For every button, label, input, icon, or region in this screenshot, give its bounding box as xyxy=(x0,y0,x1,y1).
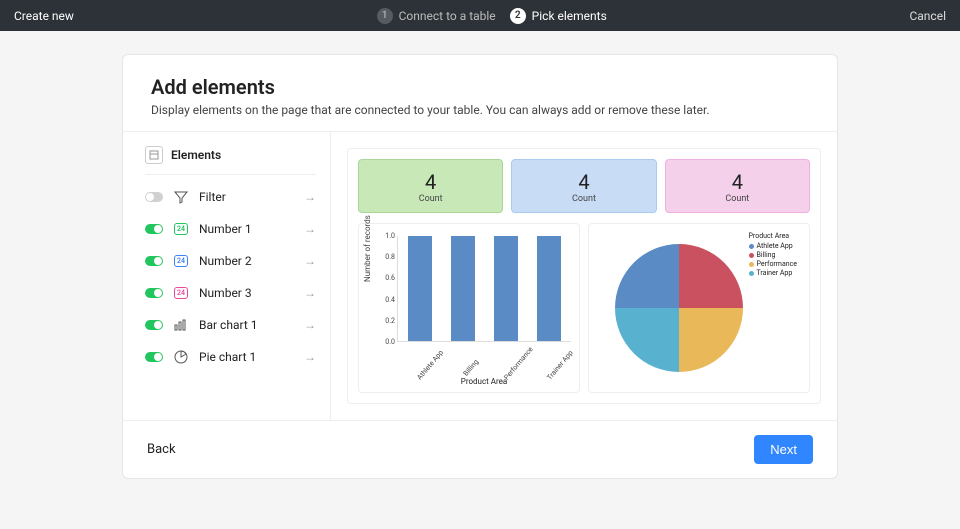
chevron-right-icon: → xyxy=(304,190,316,204)
elements-header-icon xyxy=(145,146,163,164)
page-subtitle: Display elements on the page that are co… xyxy=(151,103,809,117)
chevron-right-icon: → xyxy=(304,254,316,268)
top-bar: Create new 1 Connect to a table 2 Pick e… xyxy=(0,0,960,31)
toggle-bar-chart[interactable] xyxy=(145,320,163,330)
pie-chart-preview: Product Area Athlete AppBillingPerforman… xyxy=(588,223,810,393)
cancel-button[interactable]: Cancel xyxy=(909,9,946,23)
pie-legend-item: Trainer App xyxy=(749,269,798,277)
element-label: Pie chart 1 xyxy=(199,350,296,364)
bar xyxy=(537,236,561,341)
sidebar-header-label: Elements xyxy=(171,148,221,162)
elements-sidebar: Elements Filter → 24 Number 1 → 24 Numbe… xyxy=(123,132,331,420)
page-title: Add elements xyxy=(151,75,809,99)
bar-chart-icon xyxy=(171,317,191,333)
element-label: Filter xyxy=(199,190,296,204)
element-row-number-3[interactable]: 24 Number 3 → xyxy=(145,277,316,309)
bar-ytick: 0.4 xyxy=(385,296,395,304)
legend-dot-icon xyxy=(749,244,754,249)
element-row-bar-chart[interactable]: Bar chart 1 → xyxy=(145,309,316,341)
legend-label: Performance xyxy=(757,260,798,268)
counter-label: Count xyxy=(512,194,655,204)
number-blue-icon: 24 xyxy=(171,253,191,269)
bar-ytick: 0.2 xyxy=(385,317,395,325)
counter-row: 4 Count 4 Count 4 Count xyxy=(358,159,810,213)
toggle-pie-chart[interactable] xyxy=(145,352,163,362)
toggle-number-1[interactable] xyxy=(145,224,163,234)
element-row-number-2[interactable]: 24 Number 2 → xyxy=(145,245,316,277)
step-1-label: Connect to a table xyxy=(399,9,496,23)
step-1[interactable]: 1 Connect to a table xyxy=(377,8,496,24)
back-button[interactable]: Back xyxy=(147,442,176,457)
pie-graphic xyxy=(615,244,743,372)
chevron-right-icon: → xyxy=(304,286,316,300)
pie-legend-title: Product Area xyxy=(749,232,798,240)
chevron-right-icon: → xyxy=(304,350,316,364)
counter-label: Count xyxy=(359,194,502,204)
next-button[interactable]: Next xyxy=(754,435,813,464)
preview-pane: 4 Count 4 Count 4 Count xyxy=(331,132,837,420)
step-1-number: 1 xyxy=(377,8,393,24)
element-row-filter[interactable]: Filter → xyxy=(145,181,316,213)
toggle-number-2[interactable] xyxy=(145,256,163,266)
counter-value: 4 xyxy=(359,170,502,194)
bar-ylabel: Number of records xyxy=(363,215,372,282)
counter-1: 4 Count xyxy=(358,159,503,213)
bar-chart-preview: Number of records 0.00.20.40.60.81.0 Ath… xyxy=(358,223,580,393)
number-pink-icon: 24 xyxy=(171,285,191,301)
element-label: Bar chart 1 xyxy=(199,318,296,332)
toggle-number-3[interactable] xyxy=(145,288,163,298)
bar-ytick: 0.6 xyxy=(385,274,395,282)
legend-dot-icon xyxy=(749,262,754,267)
bar xyxy=(451,236,475,341)
card-footer: Back Next xyxy=(123,421,837,478)
element-label: Number 1 xyxy=(199,222,296,236)
legend-label: Billing xyxy=(757,251,776,259)
bar xyxy=(494,236,518,341)
sidebar-header: Elements xyxy=(145,146,316,175)
legend-label: Trainer App xyxy=(757,269,793,277)
chevron-right-icon: → xyxy=(304,318,316,332)
bar-ytick: 0.0 xyxy=(385,338,395,346)
wizard-card: Add elements Display elements on the pag… xyxy=(122,54,838,479)
legend-label: Athlete App xyxy=(757,242,793,250)
toggle-filter[interactable] xyxy=(145,192,163,202)
number-green-icon: 24 xyxy=(171,221,191,237)
page-mode-label: Create new xyxy=(14,9,74,23)
pie-chart-icon xyxy=(171,349,191,365)
element-label: Number 2 xyxy=(199,254,296,268)
chevron-right-icon: → xyxy=(304,222,316,236)
counter-3: 4 Count xyxy=(665,159,810,213)
bar-ytick: 1.0 xyxy=(385,232,395,240)
step-2[interactable]: 2 Pick elements xyxy=(510,8,607,24)
counter-label: Count xyxy=(666,194,809,204)
card-header: Add elements Display elements on the pag… xyxy=(123,55,837,131)
step-2-number: 2 xyxy=(510,8,526,24)
element-row-pie-chart[interactable]: Pie chart 1 → xyxy=(145,341,316,373)
bar-ytick: 0.8 xyxy=(385,253,395,261)
step-2-label: Pick elements xyxy=(532,9,607,23)
pie-legend-item: Performance xyxy=(749,260,798,268)
legend-dot-icon xyxy=(749,271,754,276)
bar xyxy=(408,236,432,341)
element-row-number-1[interactable]: 24 Number 1 → xyxy=(145,213,316,245)
legend-dot-icon xyxy=(749,253,754,258)
funnel-icon xyxy=(171,189,191,205)
pie-legend-item: Billing xyxy=(749,251,798,259)
pie-legend: Product Area Athlete AppBillingPerforman… xyxy=(749,232,798,278)
counter-2: 4 Count xyxy=(511,159,656,213)
wizard-steps: 1 Connect to a table 2 Pick elements xyxy=(74,8,910,24)
element-label: Number 3 xyxy=(199,286,296,300)
counter-value: 4 xyxy=(512,170,655,194)
bar-xlabel: Product Area xyxy=(397,377,571,386)
pie-legend-item: Athlete App xyxy=(749,242,798,250)
counter-value: 4 xyxy=(666,170,809,194)
